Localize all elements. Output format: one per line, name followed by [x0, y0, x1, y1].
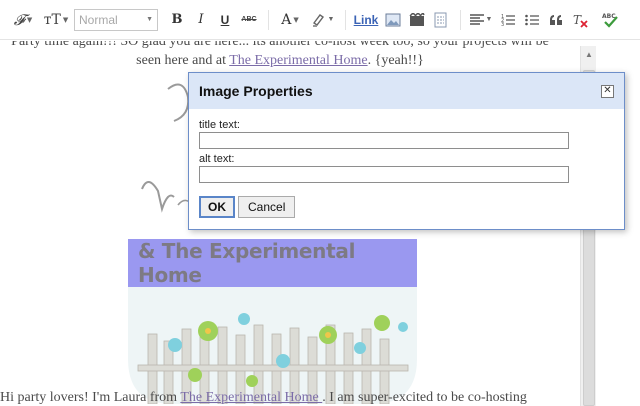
bulleted-list-icon	[525, 14, 539, 25]
toolbar-divider	[345, 9, 346, 30]
quote-icon	[550, 14, 562, 25]
toolbar-divider	[460, 9, 461, 30]
align-button[interactable]: ▼	[467, 9, 495, 31]
italic-button[interactable]: I	[190, 9, 212, 31]
underline-icon: U	[220, 12, 230, 27]
font-family-button[interactable]: 𝓕 ▼	[8, 9, 38, 31]
highlight-button[interactable]: ▼	[307, 9, 337, 31]
cohost-prefix: Hi party lovers! I'm Laura from	[0, 390, 181, 405]
intro-line-1: Party time again!!! SO glad you are here…	[11, 41, 549, 49]
alt-text-label: alt text:	[199, 153, 235, 165]
banner-text: & The Experimental Home	[138, 239, 356, 287]
align-icon	[469, 13, 484, 25]
underline-button[interactable]: U	[214, 9, 236, 31]
font-size-icon: тT	[43, 11, 61, 28]
highlight-icon	[312, 13, 324, 27]
chevron-down-icon: ▼	[293, 15, 299, 24]
dialog-buttons: OK Cancel	[199, 196, 614, 218]
format-select-value: Normal	[79, 12, 118, 27]
remove-format-button[interactable]: T	[569, 9, 591, 31]
alt-text-input[interactable]	[199, 166, 569, 183]
chevron-down-icon: ▼	[26, 15, 33, 24]
text-color-icon: A	[281, 11, 292, 28]
video-icon	[409, 12, 425, 26]
chevron-down-icon: ▼	[146, 16, 153, 23]
jump-break-button[interactable]	[430, 9, 452, 31]
strikethrough-icon: ABC	[241, 16, 257, 23]
experimental-home-link[interactable]: The Experimental Home	[229, 53, 367, 68]
font-family-icon: 𝓕	[13, 10, 25, 29]
format-select[interactable]: Normal ▼	[74, 8, 158, 31]
numbered-list-button[interactable]: 1 2 3	[497, 9, 519, 31]
image-properties-dialog: Image Properties ✕ title text: alt text:…	[188, 72, 625, 230]
image-icon	[385, 13, 401, 26]
intro-line-2-prefix: seen here and at	[136, 53, 230, 68]
insert-image-button[interactable]	[382, 9, 404, 31]
link-button[interactable]: Link	[352, 9, 380, 31]
strikethrough-button[interactable]: ABC	[238, 9, 260, 31]
bold-icon: B	[171, 12, 183, 27]
bulleted-list-button[interactable]	[521, 9, 543, 31]
cancel-button[interactable]: Cancel	[238, 196, 296, 218]
scroll-up-arrow-icon[interactable]: ▲	[581, 46, 597, 62]
font-size-button[interactable]: тT ▼	[40, 9, 72, 31]
experimental-home-link-2[interactable]: The Experimental Home	[180, 390, 322, 405]
spellcheck-icon: ABC	[602, 13, 618, 28]
quote-button[interactable]	[545, 9, 567, 31]
dialog-title: Image Properties	[199, 83, 313, 99]
svg-text:T: T	[573, 13, 582, 27]
intro-line-2-suffix: . {yeah!!}	[367, 53, 424, 68]
link-icon: Link	[353, 12, 379, 27]
bold-button[interactable]: B	[166, 9, 188, 31]
toolbar-divider	[268, 9, 269, 30]
dialog-body: title text: alt text: OK Cancel	[189, 109, 624, 218]
chevron-down-icon: ▼	[485, 16, 493, 23]
editor-toolbar: 𝓕 ▼ тT ▼ Normal ▼ B I U ABC A ▼ ▼ Link ▼…	[0, 0, 640, 40]
remove-format-icon: T	[573, 13, 588, 28]
cohost-paragraph: Hi party lovers! I'm Laura from The Expe…	[0, 389, 580, 406]
italic-icon: I	[198, 12, 204, 27]
party-banner: & The Experimental Home	[128, 239, 417, 287]
chevron-down-icon: ▼	[327, 16, 335, 23]
intro-paragraph: Party time again!!! SO glad you are here…	[0, 41, 560, 70]
text-color-button[interactable]: A ▼	[275, 9, 305, 31]
close-button[interactable]: ✕	[601, 84, 614, 98]
numbered-list-icon: 1 2 3	[501, 14, 515, 27]
title-text-input[interactable]	[199, 132, 569, 149]
svg-text:3: 3	[501, 22, 504, 27]
insert-video-button[interactable]	[406, 9, 428, 31]
spellcheck-button[interactable]: ABC	[599, 9, 623, 31]
jump-break-icon	[434, 12, 447, 27]
cohost-suffix: . I am super-excited to be co-hosting	[322, 390, 527, 405]
dialog-title-bar: Image Properties ✕	[189, 73, 624, 109]
chevron-down-icon: ▼	[62, 15, 69, 24]
ok-button[interactable]: OK	[199, 196, 235, 218]
close-icon: ✕	[603, 85, 612, 96]
title-text-label: title text:	[199, 119, 240, 131]
